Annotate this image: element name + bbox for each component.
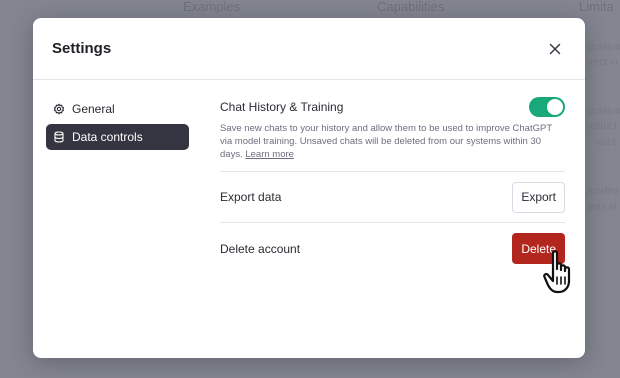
chat-history-toggle[interactable] (529, 97, 565, 117)
database-icon (53, 131, 65, 143)
chat-history-description: Save new chats to your history and allow… (220, 122, 565, 161)
gear-icon (53, 103, 65, 115)
modal-header: Settings (33, 18, 585, 80)
settings-modal: Settings General Data controls Chat Hist… (33, 18, 585, 358)
export-data-row: Export data Export (220, 172, 565, 223)
chat-history-row: Chat History & Training Save new chats t… (220, 96, 565, 172)
settings-sidebar: General Data controls (46, 96, 189, 274)
sidebar-item-data-controls[interactable]: Data controls (46, 124, 189, 150)
toggle-knob (547, 99, 563, 115)
sidebar-item-general[interactable]: General (46, 96, 189, 122)
data-controls-panel: Chat History & Training Save new chats t… (220, 96, 565, 274)
learn-more-link[interactable]: Learn more (245, 149, 294, 160)
chat-history-label: Chat History & Training (220, 100, 344, 114)
sidebar-item-label: General (72, 102, 115, 116)
delete-account-label: Delete account (220, 241, 301, 256)
modal-title: Settings (52, 40, 112, 57)
export-data-label: Export data (220, 190, 282, 204)
export-button[interactable]: Export (512, 181, 565, 213)
close-button[interactable] (545, 39, 565, 59)
close-icon (549, 43, 561, 54)
sidebar-item-label: Data controls (72, 130, 143, 144)
modal-body: General Data controls Chat History & Tra… (33, 80, 585, 274)
delete-account-row: Delete account Delete (220, 223, 565, 274)
hand-pointer-cursor-icon (543, 250, 571, 294)
